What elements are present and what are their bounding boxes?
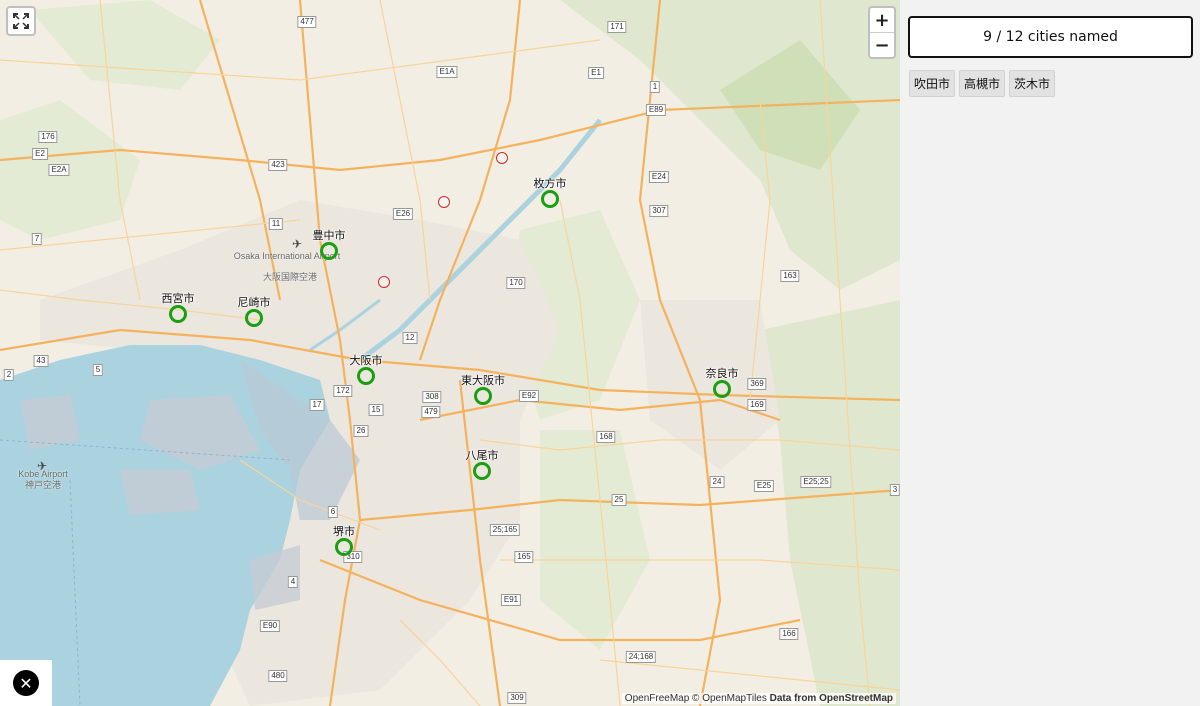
city-marker[interactable]: 東大阪市 [461, 374, 505, 405]
fullscreen-icon [13, 13, 29, 29]
road-shield: E1A [436, 66, 458, 78]
road-shield: E24 [648, 171, 670, 183]
road-shield: 7 [31, 233, 43, 245]
city-label: 奈良市 [705, 367, 739, 380]
attribution-data[interactable]: Data from OpenStreetMap [770, 693, 893, 704]
city-marker[interactable]: 堺市 [333, 525, 355, 556]
road-shield: E2A [48, 164, 70, 176]
road-shield: 2 [3, 369, 15, 381]
city-tag[interactable]: 茨木市 [1009, 70, 1056, 97]
city-tag[interactable]: 高槻市 [959, 70, 1006, 97]
road-shield: 12 [402, 332, 418, 344]
city-ring [245, 309, 263, 327]
unnamed-city-marker[interactable] [378, 276, 390, 288]
road-shield: 176 [38, 131, 58, 143]
road-shield: E92 [518, 390, 540, 402]
map-base-layer: ✈ ✈ [0, 0, 900, 706]
road-shield: 166 [779, 628, 799, 640]
road-shield: 163 [780, 270, 800, 282]
road-shield: 369 [747, 378, 767, 390]
airport-label: Kobe Airport [18, 469, 68, 479]
road-shield: E1 [588, 67, 604, 79]
road-shield: E25 [753, 480, 775, 492]
city-label: 東大阪市 [461, 374, 505, 387]
road-shield: 11 [268, 218, 284, 230]
map-attribution: OpenFreeMap © OpenMapTiles Data from Ope… [621, 693, 896, 704]
road-shield: E91 [500, 594, 522, 606]
close-icon: ✕ [19, 673, 33, 693]
city-label: 堺市 [333, 525, 355, 538]
road-shield: E90 [259, 620, 281, 632]
city-marker[interactable]: 西宮市 [162, 292, 195, 323]
city-ring [541, 190, 559, 208]
named-city-tags: 吹田市 高槻市 茨木市 [909, 70, 1056, 97]
city-label: 枚方市 [533, 177, 567, 190]
map-view[interactable]: ✈ ✈ 477 171 E1A E1 1 E89 176 E2 E2A 423 … [0, 0, 900, 706]
unnamed-city-marker[interactable] [496, 152, 508, 164]
svg-text:✈: ✈ [292, 237, 302, 251]
attribution-tiles[interactable]: OpenFreeMap © OpenMapTiles [625, 693, 767, 704]
zoom-in-button[interactable]: + [870, 8, 894, 32]
road-shield: 172 [333, 385, 353, 397]
close-button[interactable]: ✕ [13, 670, 39, 696]
road-shield: 307 [649, 205, 669, 217]
road-shield: 15 [368, 404, 384, 416]
road-shield: 24;168 [625, 651, 657, 663]
city-ring [713, 380, 731, 398]
city-label: 豊中市 [312, 229, 346, 242]
city-label: 西宮市 [161, 292, 195, 305]
road-shield: 17 [309, 399, 325, 411]
city-label: 尼崎市 [237, 296, 271, 309]
fullscreen-button[interactable] [6, 6, 36, 36]
road-shield: 309 [507, 692, 527, 704]
city-ring [320, 242, 338, 260]
city-marker[interactable]: 枚方市 [534, 177, 567, 208]
road-shield: 25;165 [489, 524, 521, 536]
zoom-control: + − [868, 6, 896, 59]
road-shield: 480 [268, 670, 288, 682]
road-shield: 423 [268, 159, 288, 171]
road-shield: 24 [709, 476, 725, 488]
city-tag[interactable]: 吹田市 [909, 70, 956, 97]
city-marker[interactable]: 奈良市 [706, 367, 739, 398]
road-shield: E25;25 [800, 476, 832, 488]
road-shield: E89 [645, 104, 667, 116]
city-marker[interactable]: 豊中市 [313, 229, 346, 260]
city-marker[interactable]: 尼崎市 [238, 296, 271, 327]
cities-named-counter: 9 / 12 cities named [908, 16, 1193, 58]
road-shield: 5 [92, 364, 104, 376]
road-shield: 165 [514, 551, 534, 563]
road-shield: 479 [421, 406, 441, 418]
road-shield: 308 [422, 391, 442, 403]
road-shield: 477 [297, 16, 317, 28]
road-shield: E2 [32, 148, 48, 160]
road-shield: 1 [649, 81, 661, 93]
city-marker[interactable]: 大阪市 [350, 354, 383, 385]
road-shield: 168 [596, 431, 616, 443]
city-label: 大阪市 [349, 354, 383, 367]
city-ring [357, 367, 375, 385]
close-panel: ✕ [0, 660, 52, 706]
road-shield: 3 [889, 484, 900, 496]
road-shield: 170 [506, 277, 526, 289]
airport-label-ja: 大阪国際空港 [262, 272, 318, 282]
city-ring [473, 462, 491, 480]
road-shield: 6 [327, 506, 339, 518]
road-shield: 4 [287, 576, 299, 588]
road-shield: 26 [353, 425, 369, 437]
road-shield: 169 [747, 399, 767, 411]
road-shield: 25 [611, 494, 627, 506]
road-shield: 171 [607, 21, 627, 33]
airport-label-ja: 神戸空港 [24, 480, 62, 490]
road-shield: 43 [33, 355, 49, 367]
unnamed-city-marker[interactable] [438, 196, 450, 208]
side-panel [900, 0, 1200, 706]
city-ring [474, 387, 492, 405]
zoom-out-button[interactable]: − [870, 32, 894, 57]
city-ring [169, 305, 187, 323]
city-label: 八尾市 [465, 449, 499, 462]
road-shield: E26 [392, 208, 414, 220]
city-marker[interactable]: 八尾市 [466, 449, 499, 480]
city-ring [335, 538, 353, 556]
